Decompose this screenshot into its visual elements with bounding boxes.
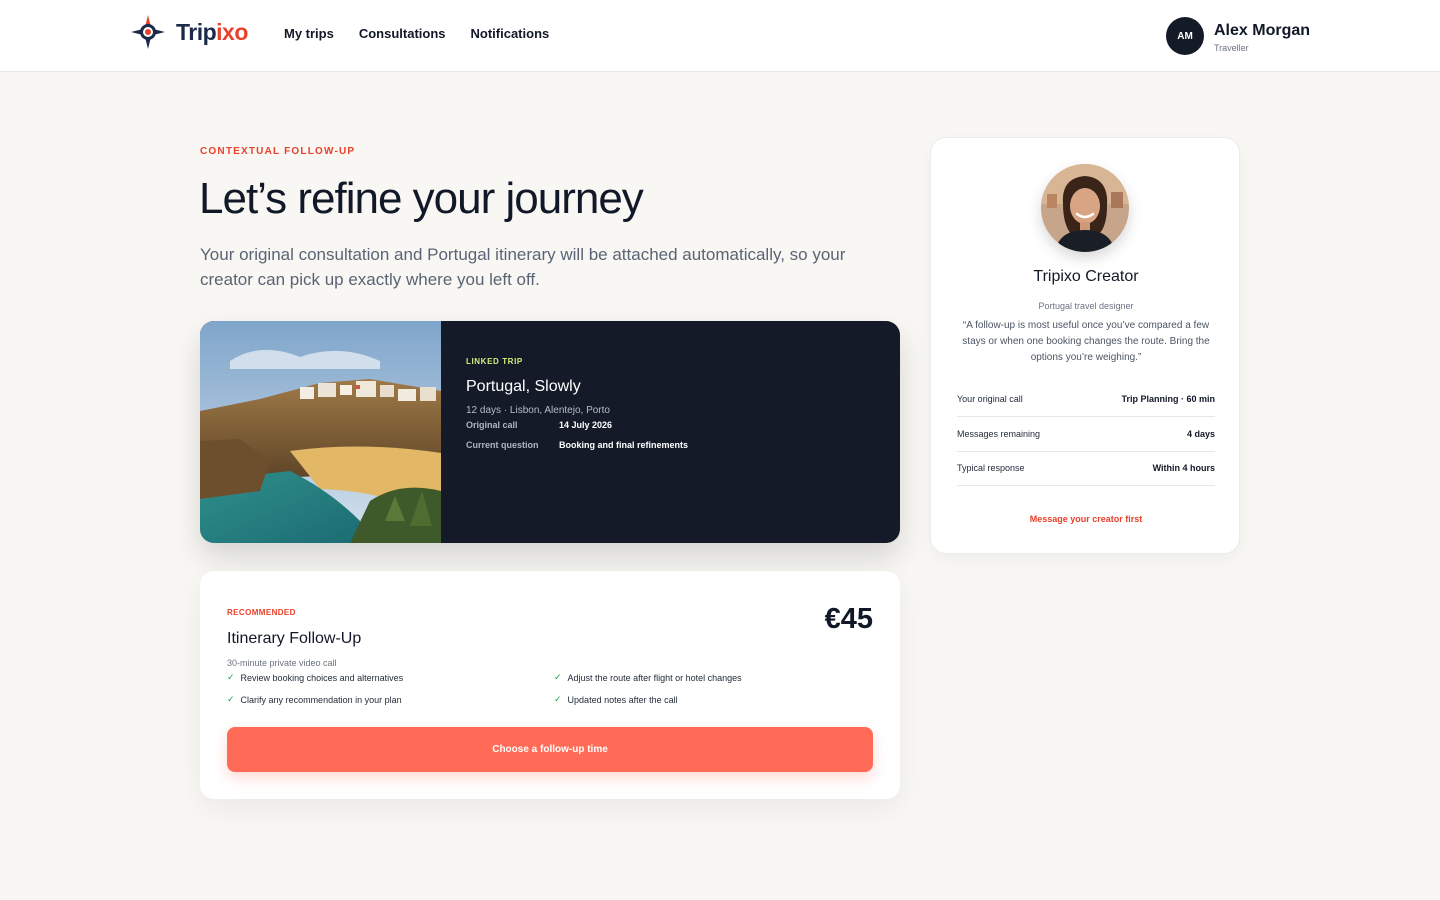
offer-price: €45	[824, 603, 873, 635]
section-eyebrow: CONTEXTUAL FOLLOW-UP	[200, 146, 356, 157]
nav-consultations[interactable]: Consultations	[359, 26, 446, 41]
recommended-badge: RECOMMENDED	[227, 608, 296, 617]
choose-follow-up-time-button[interactable]: Choose a follow-up time	[227, 727, 873, 772]
nav-notifications[interactable]: Notifications	[471, 26, 550, 41]
trip-original-call-row: Original call 14 July 2026	[466, 420, 688, 430]
current-question-value: Booking and final refinements	[559, 440, 689, 450]
stat-typical-response: Typical response Within 4 hours	[957, 451, 1215, 486]
main-nav: My trips Consultations Notifications	[284, 26, 549, 41]
stat-label: Typical response	[957, 463, 1025, 473]
check-icon: ✓	[554, 672, 562, 682]
user-role: Traveller	[1214, 42, 1249, 53]
creator-card: Tripixo Creator Portugal travel designer…	[930, 137, 1240, 554]
feature-item: ✓ Review booking choices and alternative…	[227, 672, 403, 683]
creator-name: Tripixo Creator	[1033, 268, 1139, 285]
creator-quote: “A follow-up is most useful once you’ve …	[962, 320, 1210, 363]
stat-label: Messages remaining	[957, 429, 1041, 439]
trip-label: LINKED TRIP	[466, 357, 523, 366]
nav-my-trips[interactable]: My trips	[284, 26, 334, 41]
trip-coastline-image	[200, 321, 441, 543]
trip-name: Portugal, Slowly	[466, 378, 581, 395]
intro-text: Your original consultation and Portugal …	[200, 245, 846, 289]
offer-title: Itinerary Follow-Up	[227, 630, 362, 647]
creator-role: Portugal travel designer	[1038, 301, 1134, 311]
feature-item: ✓ Clarify any recommendation in your pla…	[227, 694, 402, 705]
feature-text: Updated notes after the call	[567, 694, 678, 705]
feature-text: Review booking choices and alternatives	[240, 672, 404, 683]
stat-label: Your original call	[957, 394, 1023, 404]
trip-current-question-row: Current question Booking and final refin…	[466, 440, 688, 450]
compass-pin-icon	[131, 15, 165, 49]
brand-logo[interactable]: Tripixo	[130, 14, 248, 50]
user-menu[interactable]: AM Alex Morgan Traveller	[1166, 17, 1310, 55]
user-meta: Alex Morgan Traveller	[1214, 20, 1310, 53]
check-icon: ✓	[554, 694, 562, 704]
brand-name: Tripixo	[176, 18, 248, 45]
feature-text: Adjust the route after flight or hotel c…	[567, 672, 742, 683]
user-avatar: AM	[1166, 17, 1204, 55]
stat-value: 4 days	[1186, 429, 1215, 439]
message-creator-link[interactable]: Message your creator first	[931, 514, 1241, 524]
original-call-value: 14 July 2026	[559, 420, 613, 430]
page-title: Let’s refine your journey	[199, 174, 644, 223]
creator-portrait-image	[1041, 164, 1129, 252]
user-name: Alex Morgan	[1214, 21, 1311, 39]
follow-up-offer-card: RECOMMENDED Itinerary Follow-Up €45 30-m…	[200, 571, 900, 799]
trip-summary: 12 days · Lisbon, Alentejo, Porto	[466, 405, 610, 416]
original-call-label: Original call	[466, 420, 518, 430]
feature-item: ✓ Updated notes after the call	[554, 694, 678, 705]
stat-value: Within 4 hours	[1152, 463, 1215, 473]
feature-text: Clarify any recommendation in your plan	[240, 694, 402, 705]
feature-item: ✓ Adjust the route after flight or hotel…	[554, 672, 742, 683]
offer-subtitle: 30-minute private video call	[227, 658, 337, 668]
stat-value: Trip Planning · 60 min	[1121, 394, 1215, 404]
current-question-label: Current question	[466, 440, 539, 450]
stat-original-call: Your original call Trip Planning · 60 mi…	[957, 382, 1215, 417]
check-icon: ✓	[227, 694, 235, 704]
check-icon: ✓	[227, 672, 235, 682]
creator-avatar	[1041, 164, 1129, 252]
linked-trip-card[interactable]: LINKED TRIP Portugal, Slowly 12 days · L…	[200, 321, 900, 543]
trip-details: LINKED TRIP Portugal, Slowly 12 days · L…	[466, 357, 688, 450]
top-header: Tripixo My trips Consultations Notificat…	[0, 0, 1440, 72]
stat-messages-remaining: Messages remaining 4 days	[957, 417, 1215, 452]
